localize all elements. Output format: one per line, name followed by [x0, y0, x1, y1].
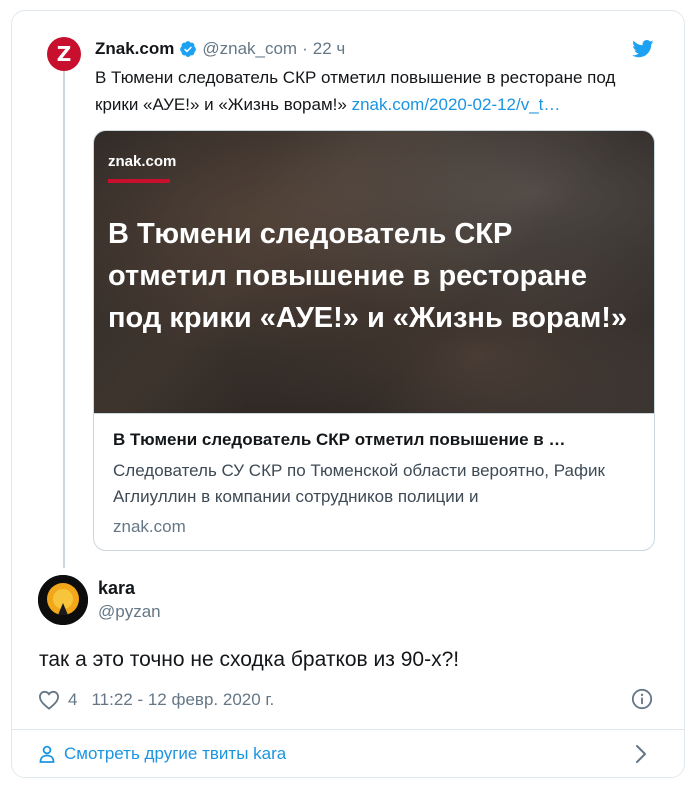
link-preview-description: Следователь СУ СКР по Тюменской области … [113, 461, 605, 506]
quoted-time[interactable]: 22 ч [313, 39, 346, 59]
tweet-meta: 4 11:22 - 12 февр. 2020 г. [38, 688, 274, 712]
twitter-bird-icon[interactable] [632, 40, 654, 58]
tweet-timestamp[interactable]: 11:22 - 12 февр. 2020 г. [91, 690, 274, 710]
link-preview-domain: znak.com [113, 517, 186, 536]
link-preview-image: znak.com В Тюмени следователь СКР отмети… [94, 131, 654, 413]
quoted-handle[interactable]: @znak_com [202, 39, 297, 59]
more-tweets-link[interactable]: Смотреть другие твиты kara [38, 742, 286, 766]
verified-badge-icon [180, 41, 197, 57]
like-count: 4 [68, 690, 78, 709]
link-preview-title: В Тюмени следователь СКР отметил повышен… [113, 430, 566, 449]
image-brand-label: znak.com [108, 153, 177, 170]
quoted-tweet-text: В Тюмени следователь СКР отметил повышен… [95, 64, 655, 118]
separator-dot: · [302, 39, 308, 58]
avatar-image [38, 575, 88, 625]
image-brand-bar [108, 179, 170, 183]
divider [12, 729, 684, 730]
image-headline: В Тюмени следователь СКР отметил повышен… [108, 218, 628, 334]
quoted-avatar[interactable]: Z [47, 37, 81, 71]
thread-line [63, 68, 65, 568]
info-icon[interactable] [631, 688, 653, 710]
tweet-text: так а это точно не сходка братков из 90-… [39, 648, 460, 671]
quoted-header: Znak.com @znak_com · 22 ч [95, 38, 345, 60]
link-preview-card[interactable]: znak.com В Тюмени следователь СКР отмети… [93, 130, 655, 551]
person-icon [39, 745, 55, 763]
author-handle[interactable]: @pyzan [98, 602, 161, 622]
quoted-account-name[interactable]: Znak.com [95, 39, 174, 59]
chevron-right-icon[interactable] [634, 744, 648, 764]
link-preview-body: В Тюмени следователь СКР отметил повышен… [94, 413, 654, 550]
avatar[interactable] [38, 575, 88, 625]
quoted-link[interactable]: znak.com/2020-02-12/v_t… [352, 95, 561, 114]
heart-icon[interactable] [38, 690, 60, 710]
author-name[interactable]: kara [98, 578, 135, 599]
more-tweets-label[interactable]: Смотреть другие твиты kara [64, 744, 286, 764]
